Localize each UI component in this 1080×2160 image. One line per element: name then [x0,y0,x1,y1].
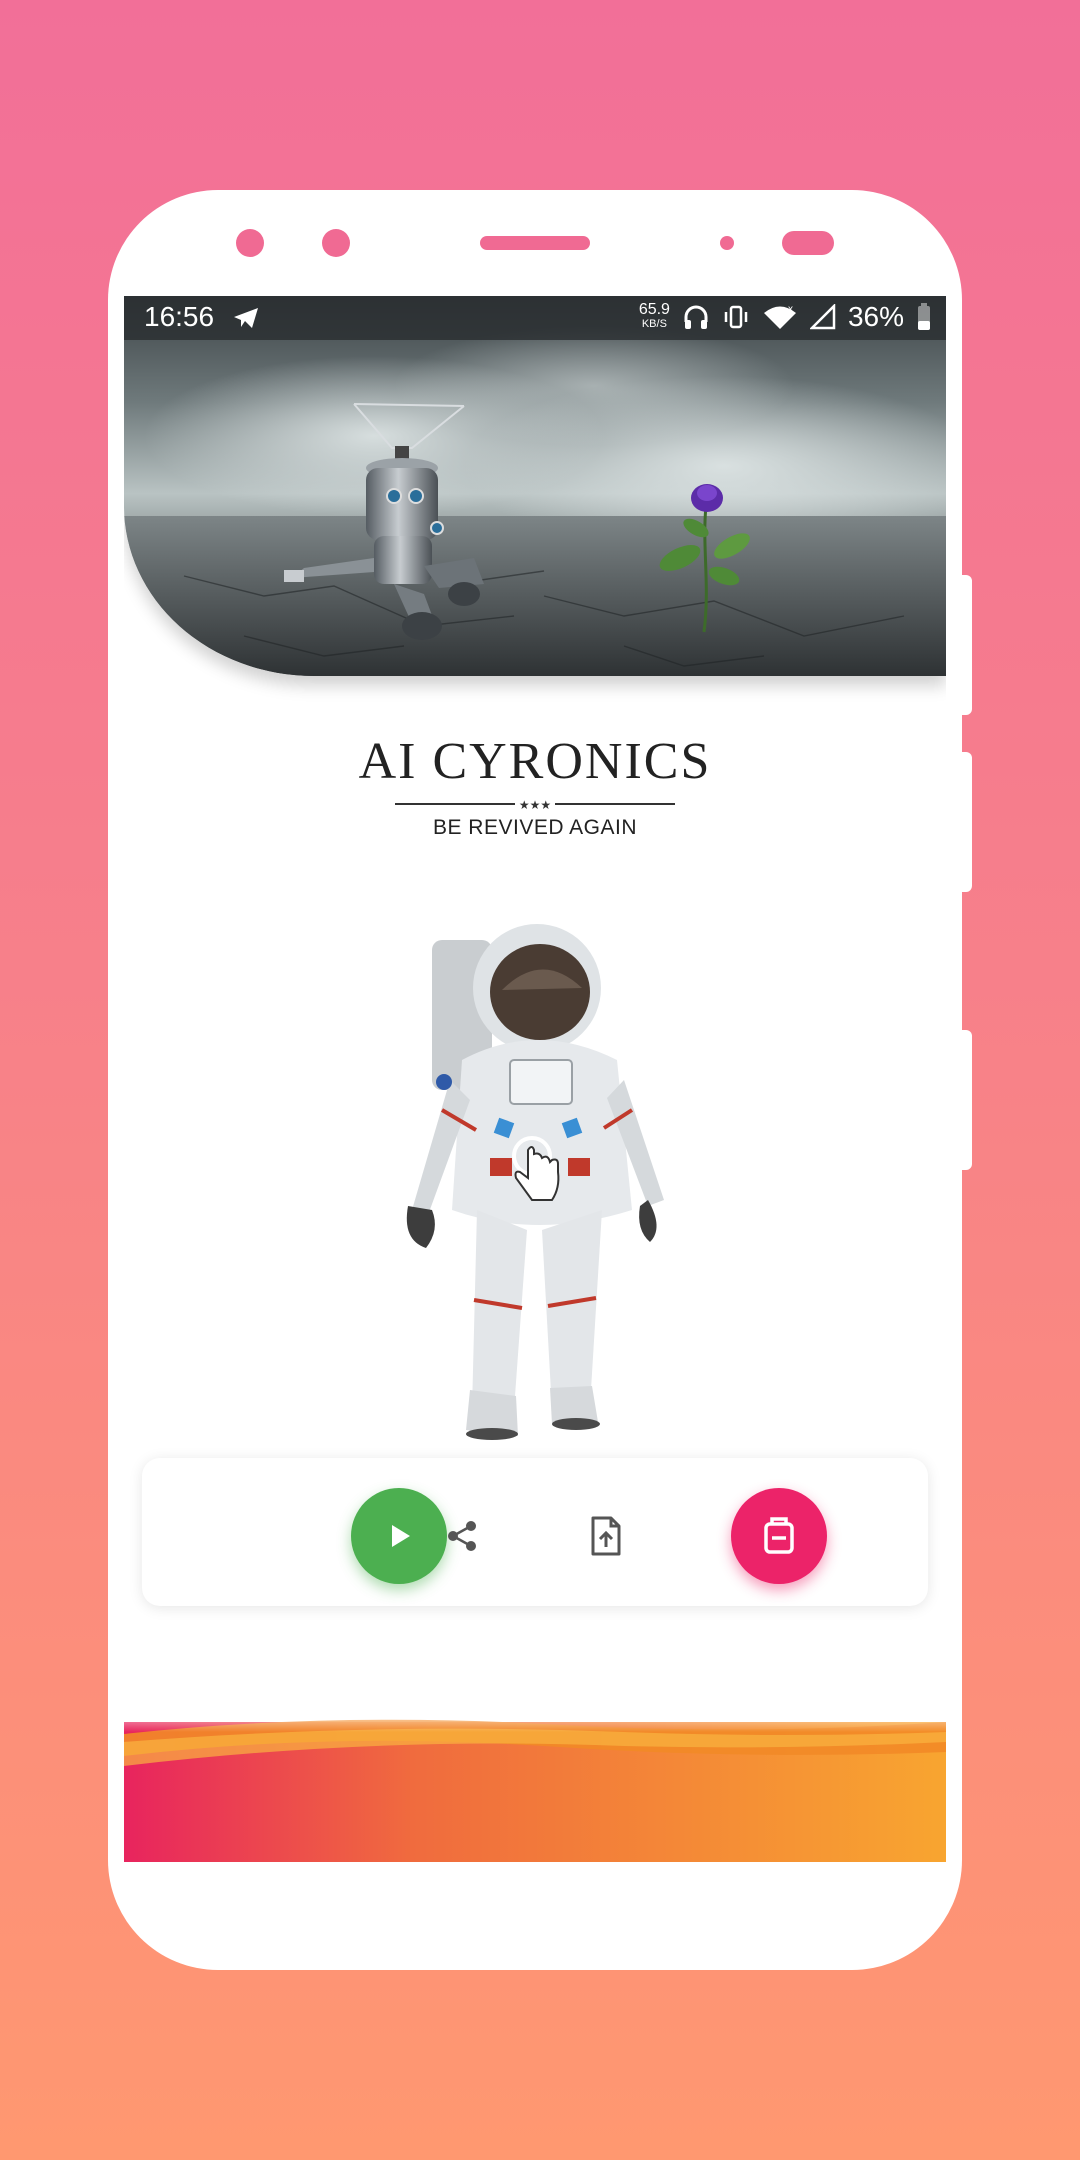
headphones-icon [684,305,708,329]
telegram-icon [234,308,258,328]
svg-text:x: x [788,304,793,315]
robot-and-rose-scene [124,326,946,676]
divider-stars: ★★★ [518,798,552,812]
proximity-sensor-icon [720,236,734,250]
exit-button[interactable] [731,1488,827,1584]
phone-side-button [962,752,972,892]
battery-percent: 36% [847,301,904,332]
network-speed-value: 65.9 [638,301,670,318]
wifi-icon: x [763,304,796,329]
play-icon [392,1525,410,1547]
status-time: 16:56 [144,301,215,332]
front-camera-icon [236,229,264,257]
signal-icon [809,304,836,330]
upload-file-button[interactable] [586,1516,626,1556]
network-speed: 65.9 KB/S [639,302,670,332]
title-divider: ★★★ [395,796,675,812]
vibrate-icon [724,305,748,329]
app-tagline: BE REVIVED AGAIN [432,816,638,839]
network-speed-unit: KB/S [641,318,667,330]
app-screen: 16:56 65.9 KB/S x 36% AI CYRONICS ★★★ BE… [124,296,946,1862]
status-icons: 65.9 KB/S x 36% [639,301,932,333]
status-bar: 16:56 65.9 KB/S x 36% [124,296,946,340]
phone-side-button [962,1030,972,1170]
share-button[interactable] [442,1516,482,1556]
app-title-block: AI CYRONICS ★★★ BE REVIVED AGAIN [124,734,946,840]
play-button[interactable] [351,1488,447,1584]
app-title: AI CYRONICS [358,733,712,790]
exit-icon [764,1517,794,1554]
earpiece-speaker [480,236,590,250]
astronaut-model[interactable] [392,910,682,1450]
phone-side-button [962,575,972,715]
file-upload-icon [591,1516,621,1556]
share-icon [448,1521,476,1551]
battery-icon [918,303,930,330]
footer-wave-decoration [124,1702,946,1862]
front-camera-icon [322,229,350,257]
header-image: 16:56 65.9 KB/S x 36% [124,296,946,676]
flash-indicator [782,231,834,255]
